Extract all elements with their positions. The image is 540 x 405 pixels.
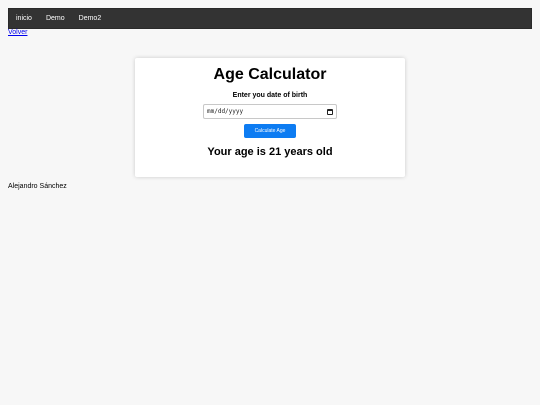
nav-link-demo2[interactable]: Demo2: [72, 8, 109, 29]
age-calculator-card: Age Calculator Enter you date of birth m…: [135, 58, 405, 177]
calendar-icon[interactable]: [327, 108, 333, 115]
dob-label: Enter you date of birth: [232, 92, 308, 99]
author-name: Alejandro Sánchez: [8, 183, 67, 190]
age-result: Your age is 21 years old: [207, 146, 333, 158]
page-title: Age Calculator: [213, 66, 327, 83]
back-link[interactable]: Volver: [8, 29, 27, 36]
calculate-age-button[interactable]: Calculate Age: [244, 124, 296, 138]
date-of-birth-input[interactable]: mm/dd/yyyy: [203, 104, 337, 119]
top-navbar: inicio Demo Demo2: [8, 8, 532, 29]
nav-link-inicio[interactable]: inicio: [9, 8, 39, 29]
nav-link-demo[interactable]: Demo: [39, 8, 72, 29]
date-placeholder: mm/dd/yyyy: [207, 108, 244, 115]
